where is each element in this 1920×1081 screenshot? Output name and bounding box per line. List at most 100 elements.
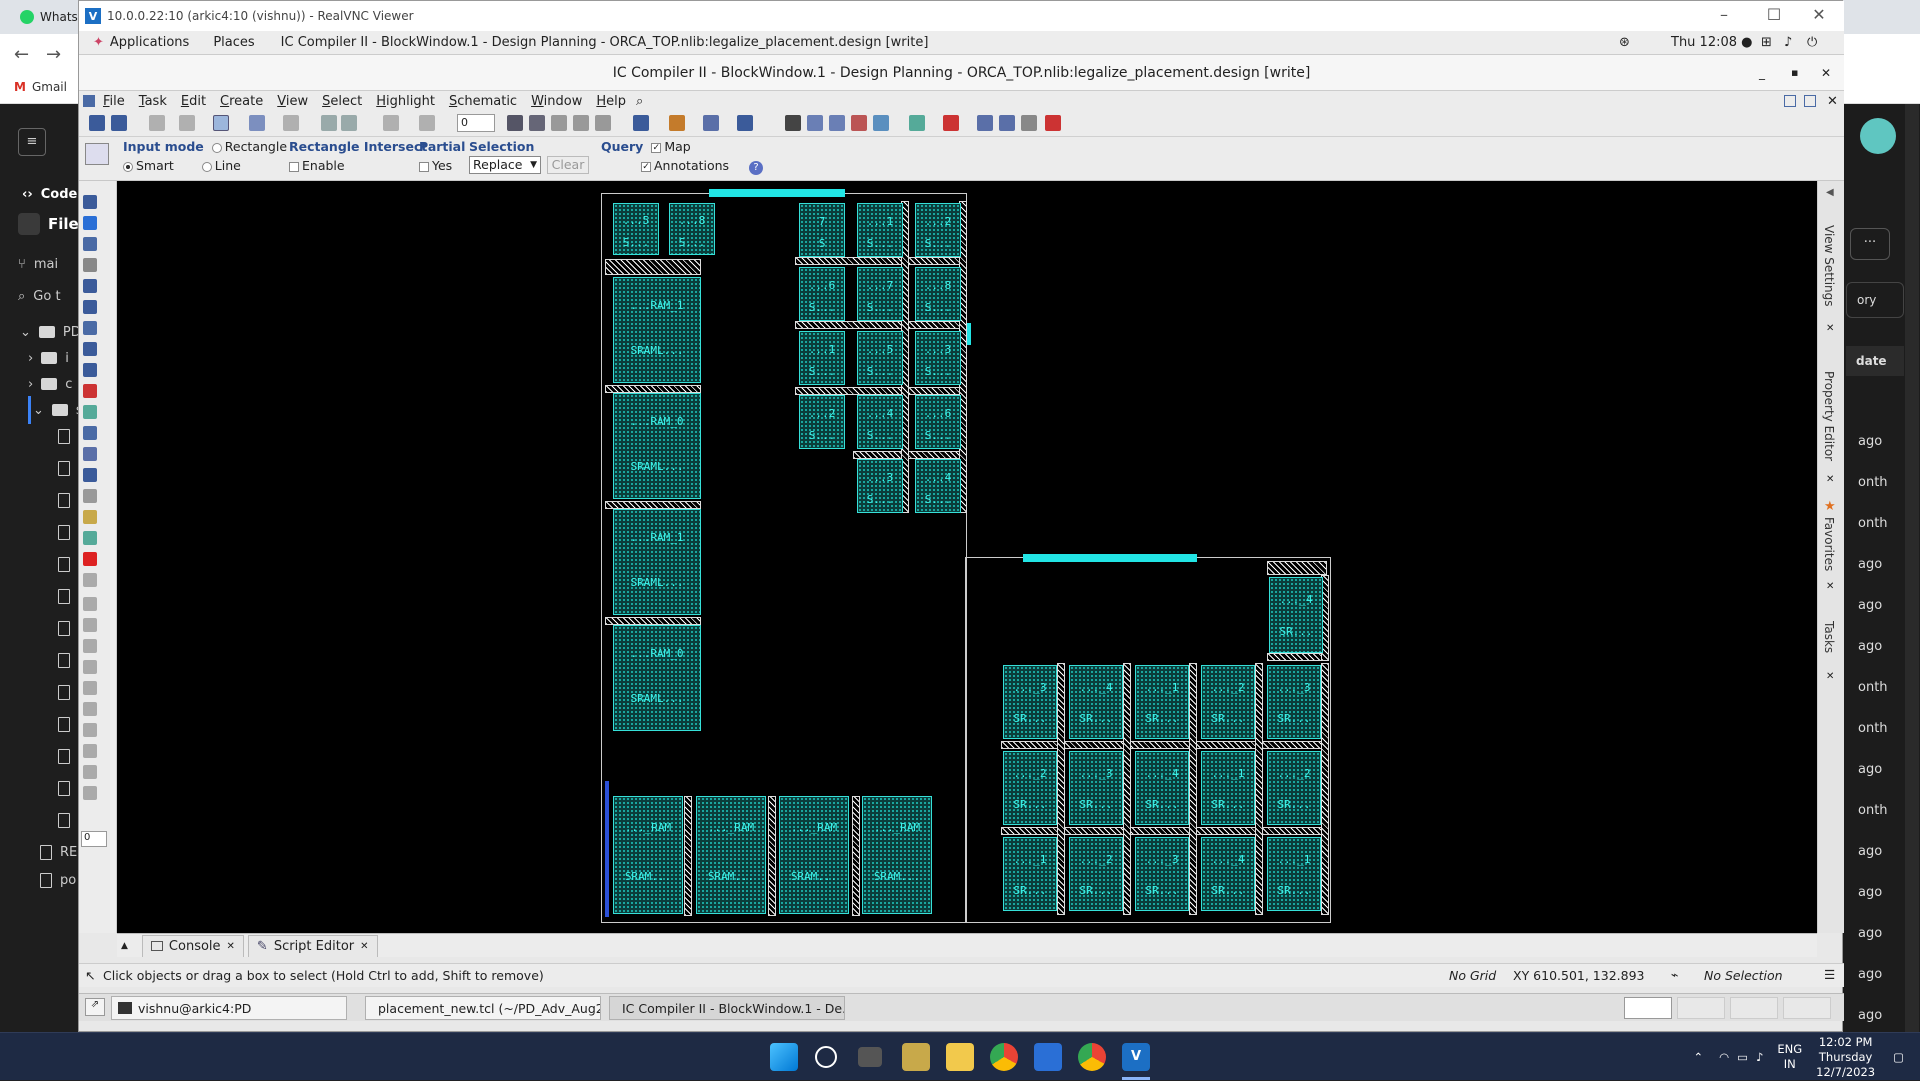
tool-icon[interactable] bbox=[83, 363, 97, 377]
drc-icon[interactable] bbox=[943, 115, 959, 131]
tool-icon[interactable] bbox=[785, 115, 801, 131]
macro-cell[interactable]: ..._1 SR... bbox=[1135, 665, 1189, 739]
app-close-icon[interactable]: ✕ bbox=[1821, 55, 1831, 91]
tool-icon[interactable] bbox=[83, 237, 97, 251]
tool-icon[interactable] bbox=[1045, 115, 1061, 131]
tool-icon[interactable] bbox=[83, 489, 97, 503]
volume-icon[interactable]: ♪ bbox=[1784, 35, 1792, 50]
macro-cell[interactable]: ...4 S... bbox=[915, 459, 961, 513]
tool-icon[interactable] bbox=[83, 321, 97, 335]
tool-icon[interactable] bbox=[83, 573, 97, 587]
macro-cell[interactable]: ..._4 SR... bbox=[1201, 837, 1255, 911]
menu-schematic[interactable]: Schematic bbox=[449, 94, 517, 109]
tool-icon[interactable] bbox=[83, 744, 97, 758]
undo-icon[interactable] bbox=[383, 115, 399, 131]
menu-edit[interactable]: Edit bbox=[181, 94, 206, 109]
network-app-icon[interactable] bbox=[902, 1043, 930, 1071]
start-icon[interactable] bbox=[770, 1043, 798, 1071]
file-item[interactable] bbox=[58, 422, 70, 450]
layout-canvas[interactable]: ...5 S... ...8 S... ...RAM_1 SRAML... ...RAM_0… bbox=[117, 181, 1817, 933]
tool-icon[interactable] bbox=[83, 618, 97, 632]
macro-cell[interactable]: ...6 S... bbox=[799, 267, 845, 321]
expand-icon[interactable]: ▲ bbox=[121, 941, 128, 951]
tab-property-editor[interactable]: Property Editor bbox=[1822, 371, 1836, 461]
delete-icon[interactable] bbox=[179, 115, 195, 131]
tool-icon[interactable] bbox=[807, 115, 823, 131]
snap-icon[interactable] bbox=[213, 115, 229, 131]
app-minimize-icon[interactable]: _ bbox=[1759, 55, 1765, 91]
dock-icon[interactable] bbox=[1784, 95, 1796, 107]
tool-icon[interactable] bbox=[83, 510, 97, 524]
chrome-profile-icon[interactable] bbox=[1078, 1043, 1106, 1071]
defender-icon[interactable] bbox=[1034, 1043, 1062, 1071]
task-icc2[interactable]: IC Compiler II - BlockWindow.1 - De... bbox=[609, 996, 845, 1020]
file-item[interactable] bbox=[58, 710, 70, 738]
tool-icon[interactable] bbox=[83, 639, 97, 653]
close-icon[interactable]: ✕ bbox=[1826, 474, 1834, 485]
align-icon[interactable] bbox=[573, 115, 589, 131]
tool-icon[interactable] bbox=[873, 115, 889, 131]
tool-icon[interactable] bbox=[83, 597, 97, 611]
left-value-field[interactable]: 0 bbox=[81, 831, 107, 847]
tool-icon[interactable] bbox=[83, 765, 97, 779]
menu-highlight[interactable]: Highlight bbox=[376, 94, 435, 109]
macro-cell[interactable]: ...7 S... bbox=[857, 267, 903, 321]
workspace-1[interactable] bbox=[1624, 997, 1672, 1019]
macro-cell[interactable]: ..._RAM SRAM... bbox=[613, 796, 683, 914]
tool-icon[interactable] bbox=[703, 115, 719, 131]
search-icon[interactable] bbox=[815, 1046, 837, 1068]
macro-cell[interactable]: ..._4 SR... bbox=[1069, 665, 1123, 739]
wifi-icon[interactable]: ◠ bbox=[1719, 1050, 1729, 1064]
rectangle-radio[interactable]: Rectangle bbox=[211, 139, 287, 154]
tool-icon[interactable] bbox=[83, 531, 97, 545]
file-item[interactable] bbox=[58, 678, 70, 706]
macro-cell[interactable]: ...8 S... bbox=[915, 267, 961, 321]
macro-cell[interactable]: ..._3 SR... bbox=[1267, 665, 1321, 739]
file-item[interactable] bbox=[58, 774, 70, 802]
map-checkbox[interactable]: ✓ Map bbox=[651, 139, 691, 154]
power-icon[interactable]: ⏻ bbox=[1807, 35, 1817, 50]
align-icon[interactable] bbox=[595, 115, 611, 131]
folder-item[interactable]: › i bbox=[28, 344, 69, 372]
tool-icon[interactable] bbox=[851, 115, 867, 131]
file-item[interactable] bbox=[58, 550, 70, 578]
menu-view[interactable]: View bbox=[277, 94, 308, 109]
file-item[interactable] bbox=[58, 518, 70, 546]
app-maximize-icon[interactable]: ▪ bbox=[1791, 55, 1798, 91]
file-item[interactable]: po bbox=[40, 866, 76, 894]
tab-view-settings[interactable]: View Settings bbox=[1822, 225, 1836, 307]
macro-cell[interactable]: ...RAM_1 SRAML... bbox=[613, 509, 701, 615]
save-icon[interactable] bbox=[111, 115, 127, 131]
workspace-4[interactable] bbox=[1783, 997, 1831, 1019]
close-icon[interactable]: ✕ bbox=[1826, 323, 1834, 334]
clock[interactable]: 12:02 PM Thursday 12/7/2023 bbox=[1816, 1035, 1875, 1080]
tab-favorites[interactable]: Favorites bbox=[1822, 517, 1836, 571]
realvnc-icon[interactable]: V bbox=[1122, 1043, 1150, 1071]
macro-cell[interactable]: 7S bbox=[799, 203, 845, 257]
menu-task[interactable]: Task bbox=[139, 94, 167, 109]
applications-menu[interactable]: Applications bbox=[110, 35, 189, 50]
tool-icon[interactable] bbox=[999, 115, 1015, 131]
tool-icon[interactable] bbox=[83, 300, 97, 314]
macro-cell[interactable]: ..._RAM SRAM... bbox=[779, 796, 849, 914]
folder-item[interactable]: ⌄ PD bbox=[20, 318, 81, 346]
select-arrow-icon[interactable] bbox=[85, 143, 109, 165]
folder-item[interactable]: › c bbox=[28, 370, 72, 398]
notification-icon[interactable]: ▢ bbox=[1893, 1050, 1904, 1064]
panel-close-icon[interactable]: ✕ bbox=[1827, 94, 1838, 109]
macro-cell[interactable]: ..._4 SR... bbox=[1135, 751, 1189, 825]
battery-icon[interactable]: ▭ bbox=[1737, 1050, 1748, 1064]
tool-icon[interactable] bbox=[83, 216, 97, 230]
tool-icon[interactable] bbox=[977, 115, 993, 131]
gnome-clock[interactable]: Thu 12:08 ● bbox=[1671, 35, 1753, 50]
tool-icon[interactable] bbox=[669, 115, 685, 131]
macro-cell[interactable]: ...3 S... bbox=[857, 459, 903, 513]
macro-cell[interactable]: ...1 S... bbox=[799, 331, 845, 385]
branch-selector[interactable]: ⑂ mai bbox=[18, 250, 58, 278]
macro-cell[interactable]: ...RAM_0 SRAML... bbox=[613, 393, 701, 499]
speaker-icon[interactable]: ♪ bbox=[1756, 1050, 1763, 1064]
macro-cell[interactable]: ..._3 SR... bbox=[1069, 751, 1123, 825]
workspace-2[interactable] bbox=[1677, 997, 1725, 1019]
open-icon[interactable] bbox=[89, 115, 105, 131]
back-icon[interactable]: ← bbox=[14, 44, 29, 65]
